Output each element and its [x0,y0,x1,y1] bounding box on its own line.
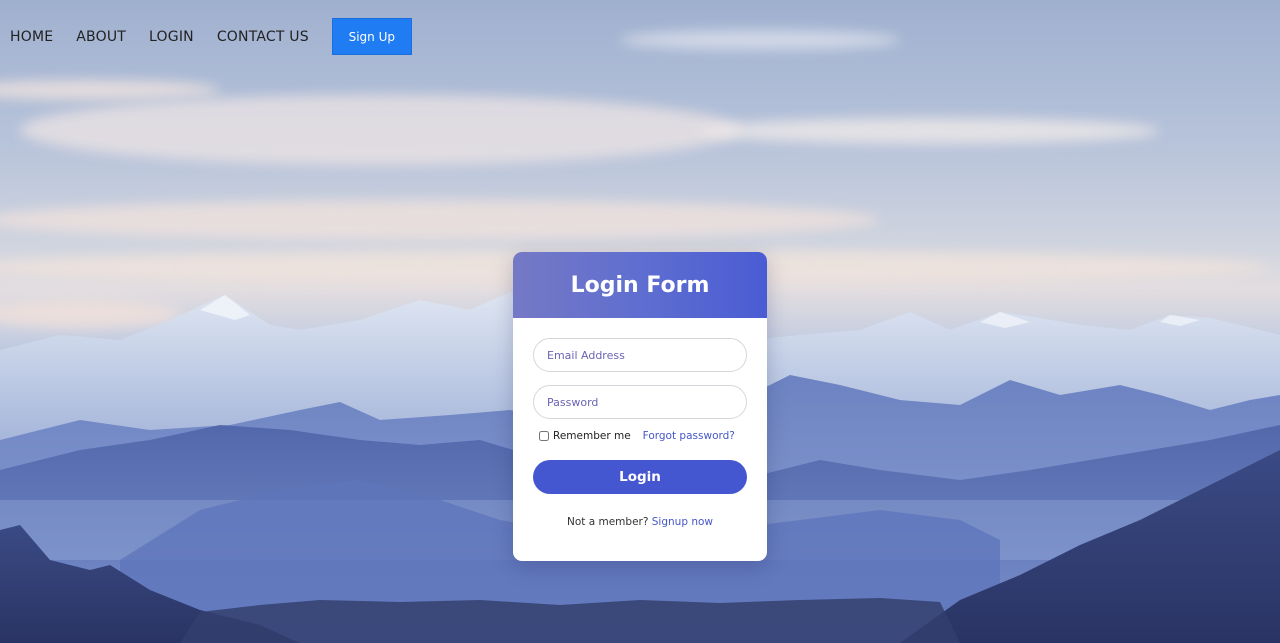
remember-me-checkbox[interactable] [539,431,549,441]
remember-me-label[interactable]: Remember me [553,430,631,442]
signup-now-link[interactable]: Signup now [652,516,713,528]
password-input[interactable] [533,385,747,419]
nav-link-login[interactable]: LOGIN [149,29,194,45]
nav-link-home[interactable]: HOME [10,29,53,45]
sign-up-button[interactable]: Sign Up [331,18,412,55]
login-form-title: Login Form [570,272,710,298]
top-navigation: HOME ABOUT LOGIN CONTACT US Sign Up [0,18,412,55]
signup-prompt-text: Not a member? [566,516,652,528]
signup-prompt-row: Not a member? Signup now [533,516,747,528]
login-form-card: Login Form Remember me Forgot password? … [513,252,767,561]
nav-link-contact-us[interactable]: CONTACT US [217,29,309,45]
login-options-row: Remember me Forgot password? [533,429,747,443]
email-input[interactable] [533,338,747,372]
login-submit-button[interactable]: Login [533,460,747,494]
nav-link-about[interactable]: ABOUT [76,29,126,45]
login-form-header: Login Form [513,252,767,318]
login-form-body: Remember me Forgot password? Login Not a… [513,318,767,528]
forgot-password-link[interactable]: Forgot password? [643,430,735,442]
page: HOME ABOUT LOGIN CONTACT US Sign Up Logi… [0,0,1280,643]
